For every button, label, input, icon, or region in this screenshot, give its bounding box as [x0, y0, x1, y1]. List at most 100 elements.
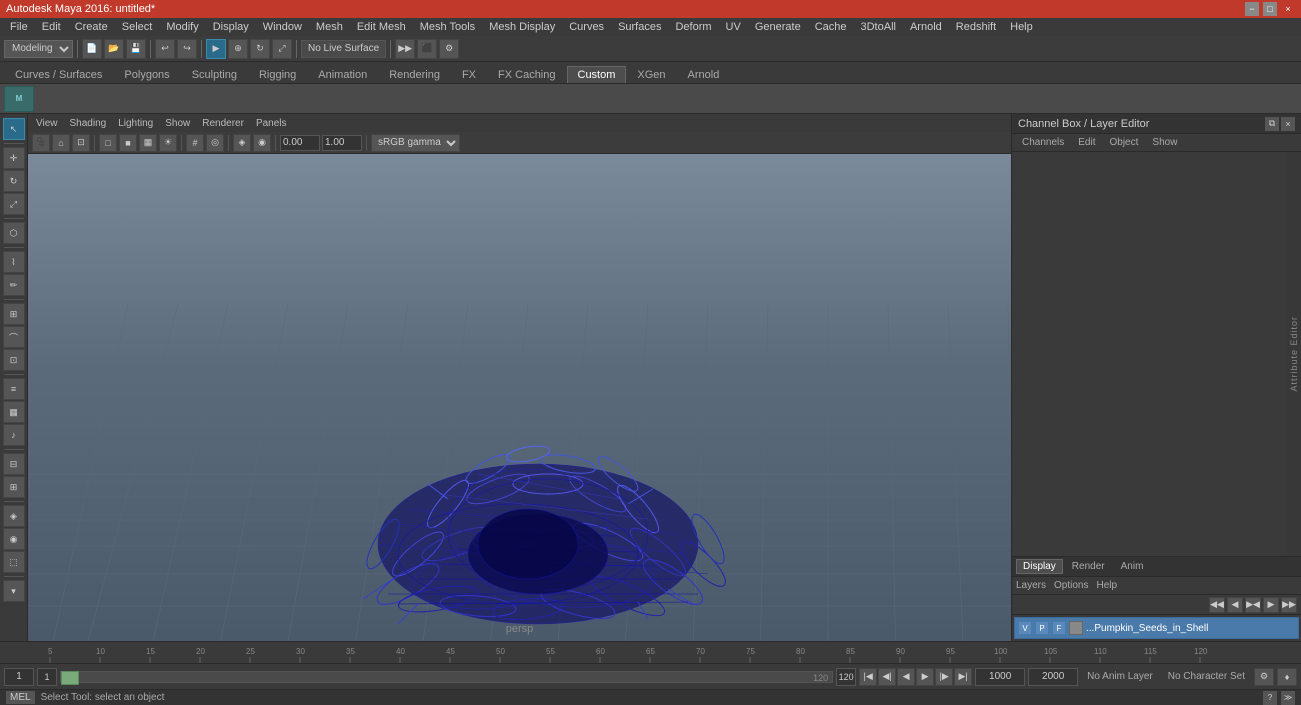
- menu-create[interactable]: Create: [69, 20, 114, 34]
- scale-tool-button[interactable]: ⤢: [272, 39, 292, 59]
- play-back-button[interactable]: ◀: [897, 668, 915, 686]
- menu-editmesh[interactable]: Edit Mesh: [351, 20, 412, 34]
- menu-generate[interactable]: Generate: [749, 20, 807, 34]
- vp-menu-lighting[interactable]: Lighting: [114, 118, 157, 129]
- save-file-button[interactable]: 💾: [126, 39, 146, 59]
- shelf-tab-curves[interactable]: Curves / Surfaces: [4, 66, 113, 83]
- vp-menu-renderer[interactable]: Renderer: [198, 118, 248, 129]
- snap-point-button[interactable]: ⊡: [3, 349, 25, 371]
- panel-tab-object[interactable]: Object: [1104, 136, 1145, 149]
- step-back-button[interactable]: ◀|: [878, 668, 896, 686]
- menu-uv[interactable]: UV: [720, 20, 747, 34]
- timeline-area[interactable]: 5 10 15 20 25 30 35 40 45 50 55 60 65: [0, 641, 1301, 663]
- workspace-selector[interactable]: Modeling: [4, 40, 73, 58]
- shelf-tab-custom[interactable]: Custom: [567, 66, 627, 83]
- node-editor-button[interactable]: ◉: [3, 528, 25, 550]
- no-live-surface-button[interactable]: No Live Surface: [301, 40, 386, 58]
- menu-display[interactable]: Display: [207, 20, 255, 34]
- vp-menu-view[interactable]: View: [32, 118, 62, 129]
- shelf-tab-arnold[interactable]: Arnold: [677, 66, 731, 83]
- layer-tab-display[interactable]: Display: [1016, 559, 1063, 574]
- playback-speed-input[interactable]: 1000: [975, 668, 1025, 686]
- menu-deform[interactable]: Deform: [669, 20, 717, 34]
- lasso-select-button[interactable]: ⌇: [3, 251, 25, 273]
- layer-ctrl-play-back[interactable]: ▶◀: [1245, 597, 1261, 613]
- layer-menu-help[interactable]: Help: [1096, 580, 1117, 591]
- step-forward-button[interactable]: |▶: [935, 668, 953, 686]
- render-settings-button[interactable]: ⚙: [439, 39, 459, 59]
- layer-visibility-v[interactable]: V: [1018, 621, 1032, 635]
- vp-select-type[interactable]: ◈: [233, 134, 251, 152]
- shelf-tab-sculpting[interactable]: Sculpting: [181, 66, 248, 83]
- panel-tab-channels[interactable]: Channels: [1016, 136, 1070, 149]
- close-button[interactable]: ×: [1281, 2, 1295, 16]
- show-manip-button[interactable]: ⬡: [3, 222, 25, 244]
- hypergraph-button[interactable]: ◈: [3, 505, 25, 527]
- menu-modify[interactable]: Modify: [160, 20, 204, 34]
- panel-editor-button[interactable]: ⊞: [3, 476, 25, 498]
- batch-render-button[interactable]: ⬛: [417, 39, 437, 59]
- snap-curve-button[interactable]: ⌒: [3, 326, 25, 348]
- vp-far-clip[interactable]: [322, 135, 362, 151]
- render-button[interactable]: ▶▶: [395, 39, 415, 59]
- select-tool-button[interactable]: ▶: [206, 39, 226, 59]
- vp-grid-toggle[interactable]: #: [186, 134, 204, 152]
- layer-ctrl-play[interactable]: ▶: [1263, 597, 1279, 613]
- vp-menu-shading[interactable]: Shading: [66, 118, 111, 129]
- new-file-button[interactable]: 📄: [82, 39, 102, 59]
- go-to-start-button[interactable]: |◀: [859, 668, 877, 686]
- help-icon[interactable]: ?: [1263, 691, 1277, 705]
- undo-button[interactable]: ↩: [155, 39, 175, 59]
- shelf-tab-rendering[interactable]: Rendering: [378, 66, 451, 83]
- move-tool-lt[interactable]: ✛: [3, 147, 25, 169]
- snap-grid-button[interactable]: ⊞: [3, 303, 25, 325]
- vp-wireframe-button[interactable]: □: [99, 134, 117, 152]
- vp-cam-select[interactable]: 🎥: [32, 134, 50, 152]
- menu-edit[interactable]: Edit: [36, 20, 67, 34]
- layer-color-swatch[interactable]: [1069, 621, 1083, 635]
- layer-flag-f[interactable]: F: [1052, 621, 1066, 635]
- vp-color-profile[interactable]: sRGB gamma: [371, 134, 460, 152]
- vp-texture-button[interactable]: ▦: [139, 134, 157, 152]
- vp-xray-toggle[interactable]: ◎: [206, 134, 224, 152]
- render-layer-button[interactable]: ▦: [3, 401, 25, 423]
- rotate-tool-button[interactable]: ↻: [250, 39, 270, 59]
- menu-surfaces[interactable]: Surfaces: [612, 20, 667, 34]
- menu-mesh[interactable]: Mesh: [310, 20, 349, 34]
- display-layers-button[interactable]: ≡: [3, 378, 25, 400]
- menu-arnold[interactable]: Arnold: [904, 20, 948, 34]
- rp-float-button[interactable]: ⧉: [1265, 117, 1279, 131]
- character-set-button[interactable]: ♦: [1277, 668, 1297, 686]
- menu-window[interactable]: Window: [257, 20, 308, 34]
- vp-near-clip[interactable]: [280, 135, 320, 151]
- vp-isolate[interactable]: ◉: [253, 134, 271, 152]
- layer-menu-options[interactable]: Options: [1054, 580, 1088, 591]
- layer-tab-anim[interactable]: Anim: [1114, 559, 1151, 574]
- menu-meshtools[interactable]: Mesh Tools: [414, 20, 481, 34]
- menu-3dtoall[interactable]: 3DtoAll: [855, 20, 902, 34]
- shelf-tab-fx[interactable]: FX: [451, 66, 487, 83]
- more-tools-button[interactable]: ▾: [3, 580, 25, 602]
- menu-curves[interactable]: Curves: [563, 20, 610, 34]
- shelf-tab-xgen[interactable]: XGen: [626, 66, 676, 83]
- layer-menu-layers[interactable]: Layers: [1016, 580, 1046, 591]
- time-slider-thumb[interactable]: [61, 671, 79, 685]
- vp-shaded-button[interactable]: ■: [119, 134, 137, 152]
- layer-item[interactable]: V P F ...Pumpkin_Seeds_in_Shell: [1014, 617, 1299, 639]
- redo-button[interactable]: ↪: [177, 39, 197, 59]
- rotate-tool-lt[interactable]: ↻: [3, 170, 25, 192]
- rp-close-button[interactable]: ×: [1281, 117, 1295, 131]
- menu-file[interactable]: File: [4, 20, 34, 34]
- maximize-button[interactable]: □: [1263, 2, 1277, 16]
- panel-tab-show[interactable]: Show: [1146, 136, 1183, 149]
- layer-ctrl-back-back[interactable]: ◀◀: [1209, 597, 1225, 613]
- vp-zoom-fit[interactable]: ⊡: [72, 134, 90, 152]
- vp-home-button[interactable]: ⌂: [52, 134, 70, 152]
- layer-playback-p[interactable]: P: [1035, 621, 1049, 635]
- vp-menu-panels[interactable]: Panels: [252, 118, 291, 129]
- scale-tool-lt[interactable]: ⤢: [3, 193, 25, 215]
- menu-help[interactable]: Help: [1004, 20, 1039, 34]
- shelf-tab-polygons[interactable]: Polygons: [113, 66, 180, 83]
- vp-menu-show[interactable]: Show: [161, 118, 194, 129]
- play-forward-button[interactable]: ▶: [916, 668, 934, 686]
